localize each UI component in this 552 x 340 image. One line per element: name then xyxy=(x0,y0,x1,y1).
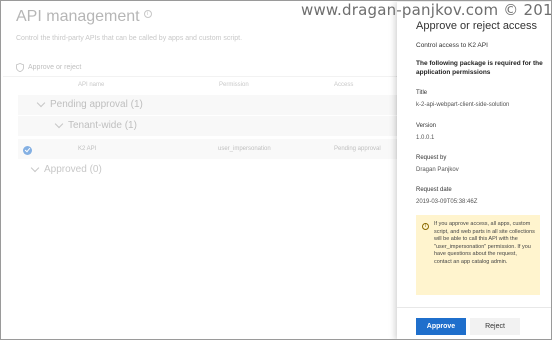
api-management-page: API management i Control the third-party… xyxy=(2,2,398,339)
approve-button[interactable]: Approve xyxy=(416,318,466,335)
version-value: 1.0.0.1 xyxy=(416,135,435,141)
page-title: API management i xyxy=(16,8,152,26)
panel-footer-divider xyxy=(397,307,551,308)
checkmark-icon[interactable] xyxy=(23,146,32,155)
request-by-value: Dragan Panjkov xyxy=(416,167,459,173)
column-header-permission[interactable]: Permission xyxy=(219,82,249,88)
chevron-down-icon xyxy=(30,163,40,173)
warning-info-icon: i xyxy=(422,223,429,230)
group-label-tenant: Tenant-wide (1) xyxy=(68,120,137,131)
chevron-down-icon xyxy=(54,119,64,129)
package-notice: The following package is required for th… xyxy=(416,60,543,76)
warning-text: If you approve access, all apps, custom … xyxy=(434,221,535,265)
shield-icon xyxy=(16,62,24,72)
panel-title: Approve or reject access xyxy=(416,20,538,32)
reject-button[interactable]: Reject xyxy=(470,318,520,335)
cell-permission: user_impersonation xyxy=(218,146,271,152)
table-row[interactable]: K2 API user_impersonation Pending approv… xyxy=(18,139,398,159)
request-date-label: Request date xyxy=(416,187,452,193)
column-header-access[interactable]: Access xyxy=(334,82,353,88)
page-subtitle: Control the third-party APIs that can be… xyxy=(16,35,243,42)
screenshot-frame: API management i Control the third-party… xyxy=(0,0,552,340)
group-label-pending: Pending approval (1) xyxy=(50,99,143,110)
group-pending-approval[interactable]: Pending approval (1) xyxy=(18,95,398,115)
approve-reject-toolbar-button[interactable]: Approve or reject xyxy=(16,61,81,73)
toolbar-action-label: Approve or reject xyxy=(28,63,82,71)
request-by-label: Request by xyxy=(416,155,447,161)
title-value: k-2-api-webpart-client-side-solution xyxy=(416,102,510,108)
title-label: Title xyxy=(416,90,428,96)
cell-access: Pending approval xyxy=(334,146,381,152)
request-date-value: 2019-03-09T05:38:46Z xyxy=(416,199,478,205)
version-label: Version xyxy=(416,123,437,129)
chevron-down-icon xyxy=(36,98,46,108)
info-icon[interactable]: i xyxy=(143,10,152,18)
warning-message: i If you approve access, all apps, custo… xyxy=(416,215,540,295)
approve-reject-panel: Approve or reject access Control access … xyxy=(397,2,551,339)
group-tenant-wide[interactable]: Tenant-wide (1) xyxy=(18,116,398,136)
panel-subtitle: Control access to K2 API xyxy=(416,42,488,49)
toolbar-divider xyxy=(3,76,397,77)
table-header: API name Permission Access xyxy=(3,78,397,92)
page-title-text: API management xyxy=(16,8,140,25)
column-header-api-name[interactable]: API name xyxy=(78,82,104,88)
cell-api-name: K2 API xyxy=(78,146,97,152)
group-label-approved: Approved (0) xyxy=(44,164,102,175)
group-approved[interactable]: Approved (0) xyxy=(30,163,102,175)
